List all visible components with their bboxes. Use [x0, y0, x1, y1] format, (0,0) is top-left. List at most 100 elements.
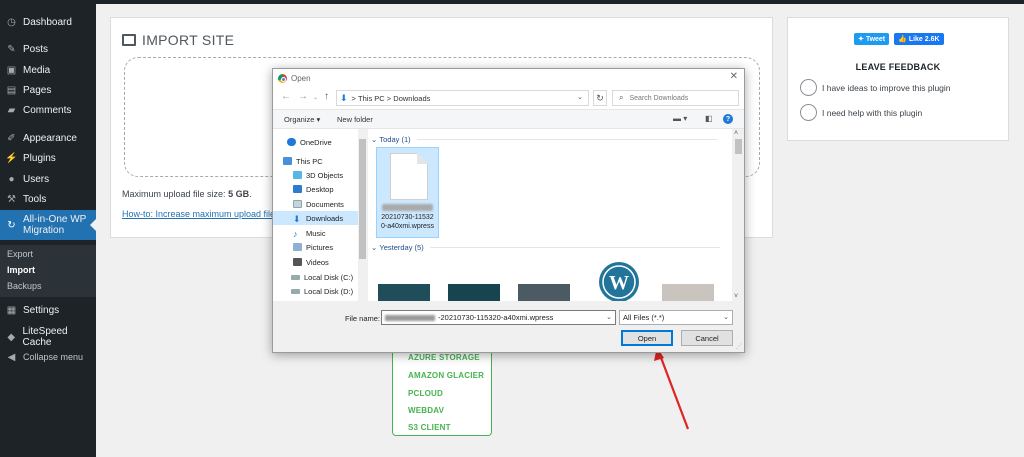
breadcrumb-downloads[interactable]: Downloads [393, 94, 430, 103]
sidebar-item-dashboard[interactable]: ◷ Dashboard [0, 12, 96, 32]
breadcrumb-this-pc[interactable]: This PC [358, 94, 385, 103]
scrollbar-thumb[interactable] [735, 139, 742, 154]
facebook-like-button[interactable]: 👍 Like 2.6K [894, 33, 944, 45]
nav-documents[interactable]: Documents [293, 198, 344, 210]
tweet-button[interactable]: ✦ Tweet [854, 33, 890, 45]
view-options-icon[interactable]: ▬ ▾ [673, 114, 687, 123]
scroll-up-icon[interactable]: ˄ [734, 130, 738, 137]
resize-grip-icon[interactable]: ⋰ [736, 343, 742, 350]
cancel-button[interactable]: Cancel [681, 330, 733, 346]
recent-dropdown-icon[interactable]: ⌄ [313, 94, 318, 101]
chevron-down-icon[interactable]: ⌄ [723, 313, 729, 321]
import-option-amazon-glacier[interactable]: AMAZON GLACIER [408, 371, 484, 380]
navigation-pane: OneDrive This PC 3D Objects Desktop Docu… [273, 129, 358, 301]
import-icon [122, 34, 136, 46]
wrench-icon: ⚒ [7, 193, 16, 205]
dialog-navbar: ← → ⌄ ↑ ⬇ > This PC > Downloads ⌄ ↻ ⌕ Se… [273, 87, 744, 109]
import-option-pcloud[interactable]: PCLOUD [408, 389, 443, 398]
import-option-azure-storage[interactable]: AZURE STORAGE [408, 353, 480, 362]
nav-this-pc[interactable]: This PC [283, 155, 323, 167]
file-pane-scrollbar[interactable]: ˄ ˅ [733, 129, 744, 301]
group-header-today[interactable]: ⌄ Today (1) [371, 135, 717, 144]
chevron-down-icon[interactable]: ⌄ [606, 313, 612, 321]
thumbs-up-icon: 👍 [898, 36, 909, 43]
back-arrow-icon[interactable]: ← [281, 91, 291, 102]
sidebar-item-tools[interactable]: ⚒ Tools [0, 189, 96, 209]
sidebar-item-posts[interactable]: ✎ Posts [0, 39, 96, 59]
feedback-option-help[interactable]: I need help with this plugin [800, 104, 922, 121]
new-folder-button[interactable]: New folder [337, 115, 373, 124]
sidebar-collapse-menu[interactable]: ◀ Collapse menu [0, 347, 96, 367]
open-file-dialog: Open ✕ ← → ⌄ ↑ ⬇ > This PC > Downloads ⌄… [272, 68, 745, 353]
up-arrow-icon[interactable]: ↑ [324, 91, 329, 102]
sidebar-item-media[interactable]: ▣ Media [0, 60, 96, 80]
import-from-dropdown: AZURE STORAGE AMAZON GLACIER PCLOUD WEBD… [392, 340, 492, 436]
file-tile-selected[interactable]: 20210730-11532 0-a40xmi.wpress [376, 147, 439, 238]
file-thumbnail[interactable] [662, 284, 714, 301]
drive-icon [291, 274, 300, 280]
cube-icon [293, 171, 302, 179]
search-input[interactable]: ⌕ Search Downloads [612, 90, 739, 106]
sidebar-item-all-in-one-wp-migration[interactable]: ↻ All-in-One WP Migration [0, 210, 96, 240]
open-button[interactable]: Open [621, 330, 673, 346]
feedback-title: LEAVE FEEDBACK [855, 62, 941, 72]
sidebar-item-pages[interactable]: ▤ Pages [0, 80, 96, 100]
twitter-icon: ✦ [858, 36, 866, 43]
file-thumbnail[interactable] [518, 284, 570, 301]
chevron-down-icon[interactable]: ⌄ [577, 93, 583, 101]
help-icon[interactable]: ? [723, 114, 733, 124]
social-buttons: ✦ Tweet 👍 Like 2.6K [854, 33, 944, 45]
pages-icon: ▤ [6, 84, 17, 96]
group-header-yesterday[interactable]: ⌄ Yesterday (5) [371, 243, 720, 252]
sidebar-item-plugins[interactable]: ⚡ Plugins [0, 148, 96, 168]
collapse-icon: ◀ [7, 351, 16, 363]
file-thumbnail-wordpress[interactable]: W [593, 258, 645, 301]
submenu-backups[interactable]: Backups [7, 281, 42, 291]
import-option-s3-client[interactable]: S3 CLIENT [408, 423, 451, 432]
file-type-select[interactable]: All Files (*.*) ⌄ [619, 310, 733, 325]
preview-pane-icon[interactable]: ◧ [705, 114, 713, 123]
nav-onedrive[interactable]: OneDrive [287, 136, 332, 148]
sidebar-item-settings[interactable]: ▦ Settings [0, 300, 96, 320]
file-thumbnail[interactable] [448, 284, 500, 301]
nav-videos[interactable]: Videos [293, 256, 329, 268]
computer-icon [283, 157, 292, 165]
file-name-input[interactable]: -20210730-115320-a40xmi.wpress ⌄ [381, 310, 616, 325]
howto-increase-upload-link[interactable]: How-to: Increase maximum upload file siz… [122, 209, 294, 219]
nav-desktop[interactable]: Desktop [293, 183, 334, 195]
nav-local-disk-c[interactable]: Local Disk (C:) [291, 271, 353, 283]
sidebar-item-litespeed-cache[interactable]: ◆ LiteSpeed Cache [0, 326, 96, 348]
file-name-label: File name: [345, 314, 381, 323]
migration-submenu: Export Import Backups [0, 245, 96, 297]
nav-music[interactable]: ♪ Music [293, 227, 326, 240]
admin-bar [0, 0, 1024, 4]
sidebar-item-comments[interactable]: ▰ Comments [0, 100, 96, 120]
submenu-import[interactable]: Import [7, 265, 35, 275]
close-icon[interactable]: ✕ [730, 71, 738, 82]
file-icon [390, 153, 428, 200]
sidebar-item-appearance[interactable]: ✐ Appearance [0, 128, 96, 148]
import-option-webdav[interactable]: WEBDAV [408, 406, 444, 415]
radio-circle[interactable] [800, 79, 817, 96]
sidebar-item-users[interactable]: ● Users [0, 169, 96, 189]
annotation-arrow [654, 347, 690, 430]
feedback-option-ideas[interactable]: I have ideas to improve this plugin [800, 79, 951, 96]
file-thumbnail[interactable] [378, 284, 430, 301]
address-bar[interactable]: ⬇ > This PC > Downloads ⌄ [336, 90, 589, 106]
nav-pane-scrollbar[interactable] [358, 129, 367, 301]
forward-arrow-icon[interactable]: → [298, 91, 308, 102]
refresh-icon[interactable]: ↻ [593, 90, 607, 106]
scrollbar-thumb[interactable] [359, 139, 366, 259]
nav-local-disk-d[interactable]: Local Disk (D:) [291, 285, 353, 297]
redacted-filename [382, 204, 433, 211]
organize-menu[interactable]: Organize ▾ [284, 115, 320, 124]
active-menu-arrow [90, 219, 96, 231]
nav-3d-objects[interactable]: 3D Objects [293, 169, 343, 181]
radio-circle[interactable] [800, 104, 817, 121]
svg-text:W: W [609, 272, 629, 294]
submenu-export[interactable]: Export [7, 249, 33, 259]
dialog-titlebar: Open ✕ [273, 69, 744, 87]
nav-pictures[interactable]: Pictures [293, 241, 333, 253]
scroll-down-icon[interactable]: ˅ [734, 293, 738, 300]
nav-downloads[interactable]: ⬇ Downloads [293, 212, 343, 225]
